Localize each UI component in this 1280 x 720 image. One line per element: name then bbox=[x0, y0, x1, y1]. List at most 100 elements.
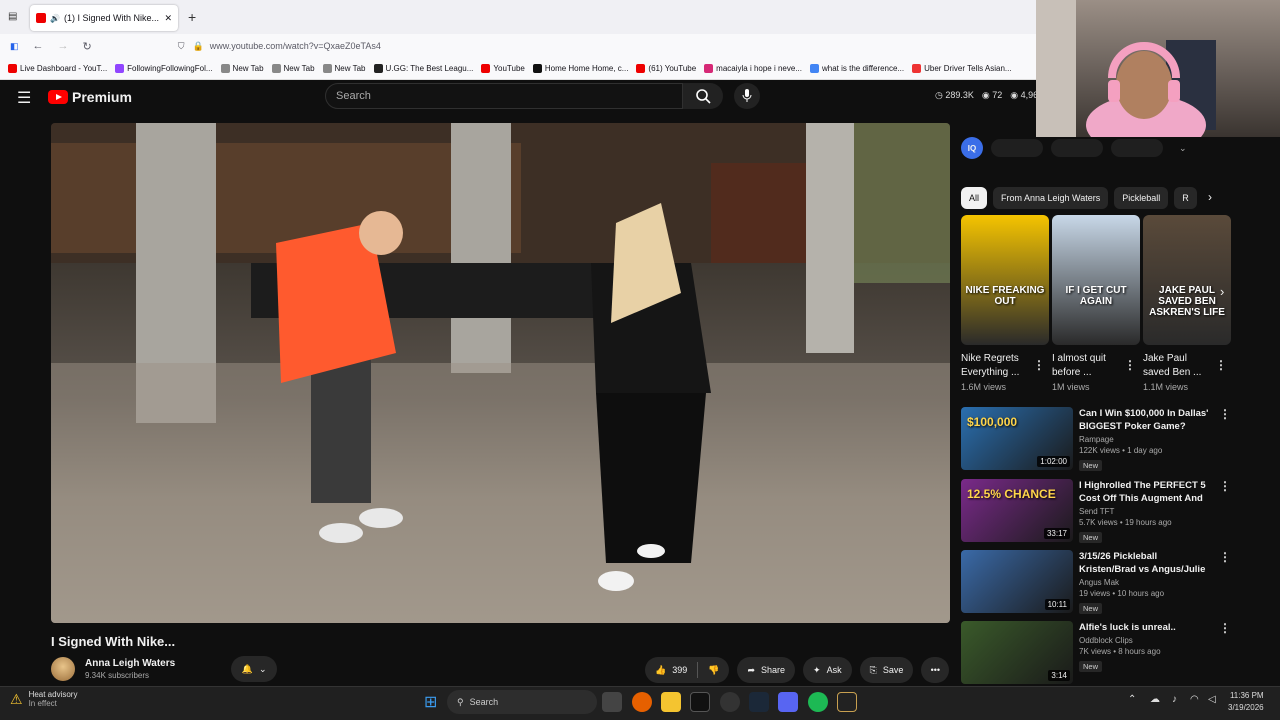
video-title[interactable]: 3/15/26 Pickleball Kristen/Brad vs Angus… bbox=[1079, 550, 1213, 576]
windows-start-icon[interactable]: ⊞ bbox=[424, 692, 444, 712]
channel-name[interactable]: Oddblock Clips bbox=[1079, 636, 1213, 645]
chips-next-icon[interactable]: › bbox=[1208, 190, 1212, 204]
firefox-icon[interactable] bbox=[632, 692, 652, 712]
league-client-icon[interactable] bbox=[837, 692, 857, 712]
browser-tab[interactable]: 🔊 (1) I Signed With Nike... - Yo ✕ bbox=[30, 5, 178, 31]
short-thumbnail[interactable]: IF I GET CUT AGAIN bbox=[1052, 215, 1140, 345]
channel-name[interactable]: Rampage bbox=[1079, 435, 1213, 444]
shield-icon[interactable]: ⛉ bbox=[178, 41, 185, 52]
more-vert-icon[interactable]: ⋮ bbox=[1219, 479, 1231, 543]
reload-icon[interactable]: ↻ bbox=[83, 40, 92, 53]
save-button[interactable]: ⎘ Save bbox=[859, 657, 914, 683]
spotify-icon[interactable] bbox=[808, 692, 828, 712]
bookmark-item[interactable]: macaiyla i hope i neve... bbox=[704, 64, 802, 73]
voice-search-button[interactable] bbox=[734, 83, 760, 109]
filter-chip[interactable]: Pickleball bbox=[1114, 187, 1169, 209]
bookmark-item[interactable]: (61) YouTube bbox=[636, 64, 696, 73]
filter-chip[interactable]: From Anna Leigh Waters bbox=[993, 187, 1109, 209]
recommended-video[interactable]: $100,000 1:02:00 Can I Win $100,000 In Dal… bbox=[961, 407, 1231, 471]
share-button[interactable]: ➦ Share bbox=[737, 657, 796, 683]
extension-pill[interactable] bbox=[1051, 139, 1103, 157]
video-thumbnail[interactable]: 10:11 bbox=[961, 550, 1073, 613]
bookmark-item[interactable]: Live Dashboard - YouT... bbox=[8, 64, 107, 73]
short-title[interactable]: I almost quit before ... bbox=[1052, 352, 1122, 380]
more-vert-icon[interactable]: ⋮ bbox=[1219, 550, 1231, 614]
channel-name[interactable]: Angus Mak bbox=[1079, 578, 1213, 587]
short-card[interactable]: JAKE PAUL SAVED BEN ASKREN'S LIFE Jake Pa… bbox=[1143, 215, 1231, 392]
back-icon[interactable]: ← bbox=[33, 40, 44, 52]
iq-badge[interactable]: IQ bbox=[961, 137, 983, 159]
video-thumbnail[interactable]: 12.5% CHANCE 33:17 bbox=[961, 479, 1073, 542]
microphone-icon[interactable]: ♪ bbox=[1172, 694, 1177, 705]
task-view-icon[interactable] bbox=[602, 692, 622, 712]
video-thumbnail[interactable]: $100,000 1:02:00 bbox=[961, 407, 1073, 470]
bookmark-item[interactable]: YouTube bbox=[481, 64, 525, 73]
obs-icon[interactable] bbox=[720, 692, 740, 712]
short-thumbnail[interactable]: NIKE FREAKING OUT bbox=[961, 215, 1049, 345]
more-vert-icon[interactable]: ⋮ bbox=[1033, 358, 1045, 372]
bookmark-item[interactable]: Home Home Home, c... bbox=[532, 64, 628, 73]
steam-icon[interactable] bbox=[749, 692, 769, 712]
bookmark-item[interactable]: FollowingFollowingFol... bbox=[115, 64, 213, 73]
x-app-icon[interactable] bbox=[690, 692, 710, 712]
chevron-down-icon[interactable]: ⌄ bbox=[1179, 143, 1187, 154]
discord-icon[interactable] bbox=[778, 692, 798, 712]
video-player[interactable] bbox=[51, 123, 950, 623]
bookmark-item[interactable]: New Tab bbox=[322, 64, 366, 73]
thumbs-down-icon[interactable]: 👎 bbox=[708, 665, 719, 676]
url-text[interactable]: www.youtube.com/watch?v=QxaeZ0eTAs4 bbox=[210, 41, 381, 51]
menu-icon[interactable]: ☰ bbox=[17, 88, 31, 108]
shorts-next-icon[interactable]: › bbox=[1220, 284, 1224, 299]
bookmark-item[interactable]: New Tab bbox=[220, 64, 264, 73]
more-vert-icon[interactable]: ⋮ bbox=[1124, 358, 1136, 372]
more-actions-button[interactable]: ••• bbox=[921, 657, 950, 683]
close-tab-icon[interactable]: ✕ bbox=[164, 13, 172, 24]
audio-icon[interactable]: 🔊 bbox=[50, 14, 60, 23]
video-thumbnail[interactable]: 3:14 bbox=[961, 621, 1073, 684]
like-button[interactable]: 👍 399 👎 bbox=[645, 657, 730, 683]
short-title[interactable]: Jake Paul saved Ben ... bbox=[1143, 352, 1213, 380]
short-card[interactable]: IF I GET CUT AGAIN I almost quit before .… bbox=[1052, 215, 1140, 392]
ask-button[interactable]: ✦ Ask bbox=[803, 657, 852, 683]
forward-icon[interactable]: → bbox=[58, 40, 69, 52]
bookmark-item[interactable]: what is the difference... bbox=[810, 64, 904, 73]
taskbar-clock[interactable]: 11:36 PM 3/19/2026 bbox=[1228, 690, 1264, 714]
short-thumbnail[interactable]: JAKE PAUL SAVED BEN ASKREN'S LIFE bbox=[1143, 215, 1231, 345]
more-vert-icon[interactable]: ⋮ bbox=[1219, 407, 1231, 471]
video-title[interactable]: Alfie's luck is unreal.. bbox=[1079, 621, 1213, 634]
extension-pill[interactable] bbox=[991, 139, 1043, 157]
search-input[interactable]: Search bbox=[325, 83, 683, 109]
bookmark-item[interactable]: New Tab bbox=[271, 64, 315, 73]
channel-name[interactable]: Send TFT bbox=[1079, 507, 1213, 516]
wifi-icon[interactable]: ◠ bbox=[1190, 694, 1199, 705]
more-vert-icon[interactable]: ⋮ bbox=[1219, 621, 1231, 685]
bookmark-item[interactable]: U.GG: The Best Leagu... bbox=[373, 64, 473, 73]
tab-list-icon[interactable]: ▤ bbox=[8, 11, 17, 22]
taskbar-search[interactable]: ⚲ Search bbox=[447, 690, 597, 714]
recommended-video[interactable]: 12.5% CHANCE 33:17 I Highrolled The PERFEC… bbox=[961, 479, 1231, 543]
bookmark-item[interactable]: Uber Driver Tells Asian... bbox=[912, 64, 1012, 73]
sidebar-toggle-icon[interactable]: ◧ bbox=[10, 41, 19, 52]
system-tray-chevron-icon[interactable]: ⌃ bbox=[1128, 694, 1136, 705]
filter-chip[interactable]: All bbox=[961, 187, 988, 209]
short-views: 1.1M views bbox=[1143, 382, 1189, 392]
network-icon[interactable]: ☁ bbox=[1150, 694, 1160, 705]
youtube-logo[interactable]: Premium bbox=[48, 89, 132, 105]
video-title[interactable]: I Highrolled The PERFECT 5 Cost Off This… bbox=[1079, 479, 1213, 505]
channel-avatar[interactable] bbox=[51, 657, 75, 681]
recommended-video[interactable]: 10:11 3/15/26 Pickleball Kristen/Brad vs … bbox=[961, 550, 1231, 614]
short-title[interactable]: Nike Regrets Everything ... bbox=[961, 352, 1031, 380]
volume-icon[interactable]: ◁ bbox=[1208, 694, 1216, 705]
weather-widget[interactable]: ⚠ Heat advisory In effect bbox=[10, 690, 77, 708]
new-tab-button[interactable]: + bbox=[188, 9, 196, 25]
more-vert-icon[interactable]: ⋮ bbox=[1215, 358, 1227, 372]
short-card[interactable]: NIKE FREAKING OUT Nike Regrets Everything… bbox=[961, 215, 1049, 392]
extension-pill[interactable] bbox=[1111, 139, 1163, 157]
filter-chip[interactable]: R bbox=[1174, 187, 1197, 209]
channel-name[interactable]: Anna Leigh Waters bbox=[85, 658, 175, 669]
file-explorer-icon[interactable] bbox=[661, 692, 681, 712]
recommended-video[interactable]: 3:14 Alfie's luck is unreal.. Oddblock Cli… bbox=[961, 621, 1231, 685]
video-title[interactable]: Can I Win $100,000 In Dallas' BIGGEST Po… bbox=[1079, 407, 1213, 433]
subscribed-button[interactable]: 🔔 ⌄ bbox=[231, 656, 278, 682]
search-button[interactable] bbox=[683, 83, 723, 109]
